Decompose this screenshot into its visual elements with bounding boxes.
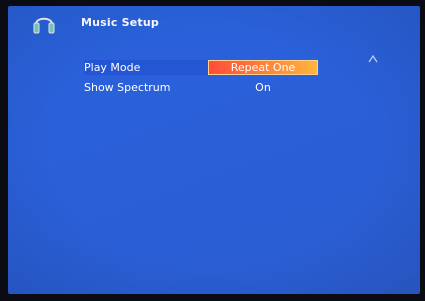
page-title: Music Setup [81, 16, 159, 29]
play-mode-label: Play Mode [84, 61, 141, 74]
headphones-icon [33, 17, 55, 34]
screen-vignette [8, 6, 420, 294]
show-spectrum-label: Show Spectrum [84, 81, 171, 94]
scroll-indicator-icon [368, 54, 378, 63]
play-mode-value[interactable]: Repeat One [208, 61, 318, 74]
menu-item-show-spectrum[interactable]: Show Spectrum On [84, 80, 344, 96]
music-setup-screen: Music Setup Play Mode Repeat One Show Sp… [8, 6, 420, 294]
menu-item-play-mode[interactable]: Play Mode Repeat One [84, 60, 344, 76]
show-spectrum-value[interactable]: On [208, 81, 318, 94]
